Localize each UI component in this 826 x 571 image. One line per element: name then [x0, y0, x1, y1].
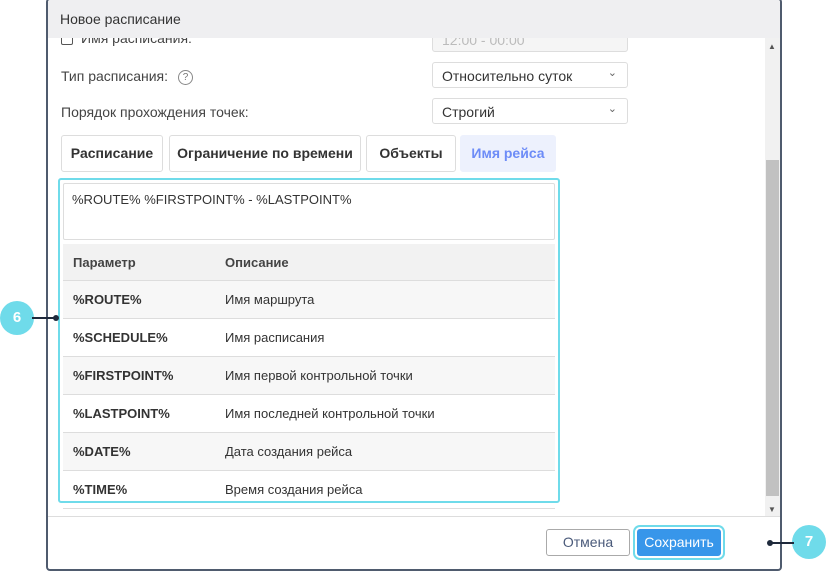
dialog-footer-divider [48, 516, 780, 517]
order-label: Порядок прохождения точек: [61, 104, 249, 120]
param-cell: %LASTPOINT% [63, 394, 215, 433]
cancel-button[interactable]: Отмена [546, 529, 630, 556]
param-cell: %DATE% [63, 432, 215, 471]
param-cell: %SCHEDULE% [63, 318, 215, 357]
table-row: %ROUTE% Имя маршрута [63, 280, 555, 319]
type-row: Тип расписания:? [61, 68, 194, 85]
table-row: %DATE% Дата создания рейса [63, 432, 555, 471]
param-cell: %ROUTE% [63, 280, 215, 319]
param-cell: %TIME% [63, 470, 215, 509]
order-row: Порядок прохождения точек: [61, 104, 249, 120]
header-description: Описание [215, 244, 555, 281]
scrollbar-thumb[interactable] [766, 160, 779, 496]
dialog-header: Новое расписание [48, 0, 780, 38]
description-cell: Имя расписания [215, 318, 555, 357]
schedule-type-value: Относительно суток [442, 68, 573, 84]
tab-trip-name[interactable]: Имя рейса [460, 135, 556, 172]
tab-time-limit[interactable]: Ограничение по времени [169, 135, 361, 172]
callout-6-dot [53, 315, 59, 321]
callout-7: 7 [792, 525, 826, 559]
scroll-up-icon[interactable]: ▲ [768, 42, 776, 51]
parameters-table: Параметр Описание %ROUTE% Имя маршрута %SC… [63, 244, 555, 509]
vertical-scrollbar[interactable]: ▲ ▼ [765, 38, 780, 516]
chevron-down-icon: ⌄ [607, 67, 617, 79]
point-order-value: Строгий [442, 104, 495, 120]
trip-name-template-input[interactable]: %ROUTE% %FIRSTPOINT% - %LASTPOINT% [63, 183, 555, 240]
type-label: Тип расписания: [61, 68, 169, 84]
description-cell: Дата создания рейса [215, 432, 555, 471]
dialog-title: Новое расписание [60, 11, 181, 27]
table-row: %TIME% Время создания рейса [63, 470, 555, 509]
callout-6: 6 [0, 301, 34, 335]
description-cell: Время создания рейса [215, 470, 555, 509]
callout-7-line [770, 542, 794, 544]
new-schedule-dialog: Новое расписание Имя расписания: 12:00 -… [46, 0, 782, 571]
header-parameter: Параметр [63, 244, 215, 281]
chevron-down-icon: ⌄ [607, 103, 617, 115]
table-header: Параметр Описание [63, 244, 555, 281]
schedule-type-select[interactable]: Относительно суток ⌄ [432, 62, 628, 88]
tab-objects[interactable]: Объекты [366, 135, 456, 172]
point-order-select[interactable]: Строгий ⌄ [432, 98, 628, 124]
save-button[interactable]: Сохранить [637, 529, 721, 556]
description-cell: Имя маршрута [215, 280, 555, 319]
trip-name-panel: %ROUTE% %FIRSTPOINT% - %LASTPOINT% Парам… [58, 178, 560, 509]
tab-schedule[interactable]: Расписание [61, 135, 163, 172]
help-icon[interactable]: ? [178, 69, 194, 85]
scroll-down-icon[interactable]: ▼ [768, 505, 776, 514]
table-row: %LASTPOINT% Имя последней контрольной точ… [63, 394, 555, 433]
param-cell: %FIRSTPOINT% [63, 356, 215, 395]
table-row: %SCHEDULE% Имя расписания [63, 318, 555, 357]
description-cell: Имя первой контрольной точки [215, 356, 555, 395]
callout-7-dot [767, 540, 773, 546]
description-cell: Имя последней контрольной точки [215, 394, 555, 433]
table-row: %FIRSTPOINT% Имя первой контрольной точки [63, 356, 555, 395]
